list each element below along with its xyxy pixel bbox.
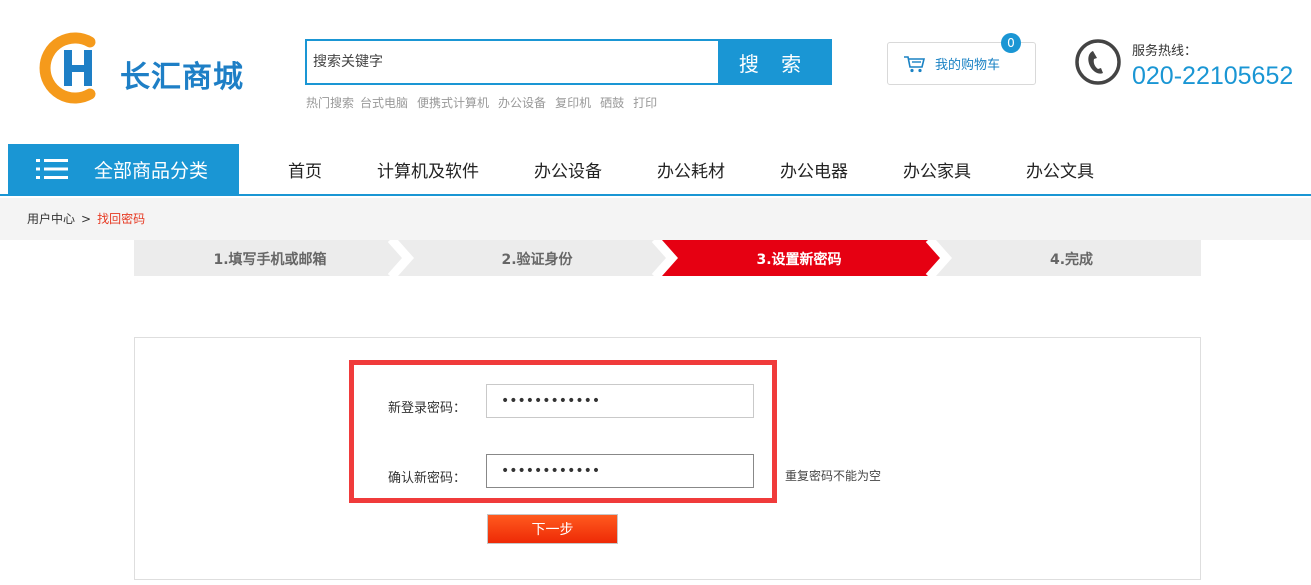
hotline-label: 服务热线： (1132, 44, 1198, 59)
nav-item-computers[interactable]: 计算机及软件 (377, 157, 479, 182)
hot-search-list: 热门搜索 台式电脑 便携式计算机 办公设备 复印机 硒鼓 打印 (306, 94, 706, 111)
step-3-label: 3.设置新密码 (756, 252, 842, 268)
cart-button[interactable]: 我的购物车 0 (887, 33, 1036, 85)
hot-search-item[interactable]: 打印 (633, 94, 657, 111)
nav-item-office-supplies[interactable]: 办公耗材 (657, 157, 725, 182)
nav-items: 首页 计算机及软件 办公设备 办公耗材 办公电器 办公家具 办公文具 (288, 144, 1149, 194)
hot-search-item[interactable]: 复印机 (555, 94, 591, 111)
progress-steps: 1.填写手机或邮箱 2.验证身份 3.设置新密码 4.完成 (134, 240, 1201, 276)
confirm-password-label: 确认新密码： (388, 471, 467, 486)
hot-search-item[interactable]: 台式电脑 (360, 94, 408, 111)
hot-search-item[interactable]: 硒鼓 (600, 94, 624, 111)
step-4-label: 4.完成 (1049, 252, 1094, 268)
cart-label: 我的购物车 (935, 58, 1001, 73)
search-button[interactable]: 搜 索 (718, 41, 830, 83)
next-step-button[interactable]: 下一步 (487, 514, 618, 544)
breadcrumb-current: 找回密码 (97, 212, 146, 226)
step-1-label: 1.填写手机或邮箱 (213, 252, 327, 268)
cart-icon (904, 55, 925, 72)
nav-item-office-equipment[interactable]: 办公设备 (534, 157, 602, 182)
all-categories-button[interactable]: 全部商品分类 (8, 144, 239, 194)
hot-search-label: 热门搜索 (306, 96, 355, 110)
nav-item-office-appliances[interactable]: 办公电器 (780, 157, 848, 182)
confirm-password-error: 重复密码不能为空 (785, 469, 882, 483)
nav-item-office-furniture[interactable]: 办公家具 (903, 157, 971, 182)
cart-count-badge: 0 (1001, 33, 1021, 53)
breadcrumb: 用户中心 > 找回密码 (27, 210, 145, 227)
main-nav: 全部商品分类 首页 计算机及软件 办公设备 办公耗材 办公电器 办公家具 办公文… (0, 144, 1311, 196)
hotline-number: 020-22105652 (1132, 62, 1294, 90)
hot-search-item[interactable]: 便携式计算机 (417, 94, 489, 111)
logo-emblem-icon (39, 32, 96, 104)
all-categories-label: 全部商品分类 (94, 159, 209, 182)
hot-search-item[interactable]: 办公设备 (498, 94, 546, 111)
breadcrumb-separator: > (81, 212, 92, 226)
nav-item-home[interactable]: 首页 (288, 157, 322, 182)
new-password-label: 新登录密码： (388, 401, 467, 416)
logo-text: 长汇商城 (120, 60, 244, 95)
step-2-label: 2.验证身份 (501, 252, 573, 268)
search-input[interactable] (307, 41, 718, 83)
breadcrumb-bar: 用户中心 > 找回密码 (0, 198, 1311, 240)
nav-item-stationery[interactable]: 办公文具 (1026, 157, 1094, 182)
new-password-input[interactable] (486, 384, 754, 418)
phone-icon (1075, 39, 1121, 85)
search-bar: 搜 索 (305, 39, 832, 85)
confirm-password-input[interactable] (486, 454, 754, 488)
breadcrumb-user-center[interactable]: 用户中心 (27, 212, 75, 226)
menu-list-icon (36, 159, 68, 179)
